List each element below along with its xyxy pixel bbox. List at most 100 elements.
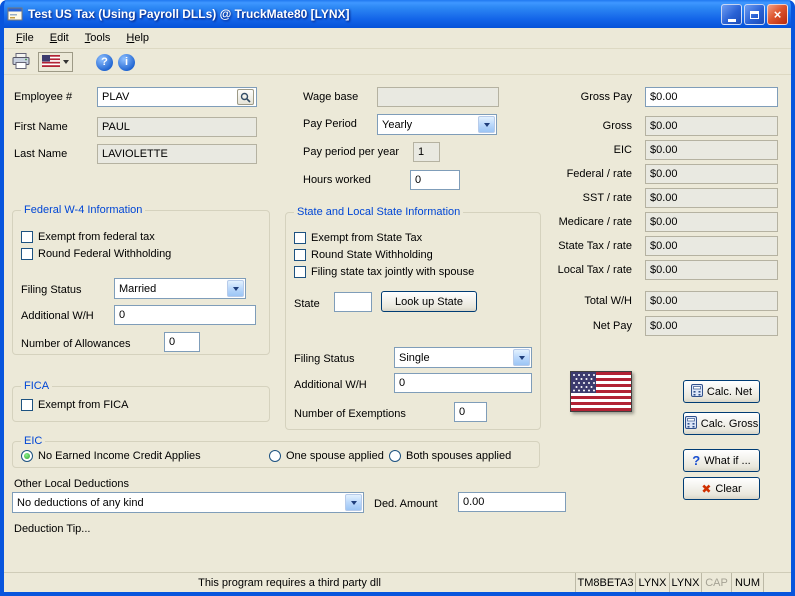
fica-group-title: FICA (21, 379, 52, 393)
allowances-input[interactable]: 0 (164, 332, 200, 352)
maximize-button[interactable] (744, 4, 765, 25)
sst-rate-label: SST / rate (520, 191, 632, 205)
state-additional-wh-input[interactable]: 0 (394, 373, 532, 393)
status-num-lock: NUM (731, 573, 763, 592)
checkbox-icon (21, 248, 33, 260)
eic-group-title: EIC (21, 434, 45, 448)
last-name-label: Last Name (14, 147, 67, 161)
app-icon (7, 6, 23, 22)
filing-jointly-checkbox[interactable]: Filing state tax jointly with spouse (294, 265, 474, 279)
menu-help[interactable]: Help (118, 30, 157, 47)
info-button[interactable]: i (118, 54, 135, 71)
state-input[interactable] (334, 292, 372, 312)
federal-additional-wh-value: 0 (119, 309, 251, 321)
federal-filing-status-select[interactable]: Married (114, 278, 246, 299)
chevron-down-icon[interactable] (345, 494, 362, 511)
eic-one-spouse-radio[interactable]: One spouse applied (269, 449, 384, 463)
statusbar: This program requires a third party dll … (4, 572, 791, 592)
red-x-icon: ✖ (701, 482, 711, 496)
chevron-down-icon[interactable] (478, 116, 495, 133)
total-wh-value: $0.00 (650, 295, 773, 307)
caption-buttons: × (721, 4, 788, 25)
employee-input[interactable]: PLAV (97, 87, 257, 107)
status-build: TM8BETA3 (575, 573, 635, 592)
exemptions-input[interactable]: 0 (454, 402, 487, 422)
round-state-withholding-label: Round State Withholding (311, 249, 433, 261)
exempt-federal-tax-checkbox[interactable]: Exempt from federal tax (21, 230, 155, 244)
first-name-field: PAUL (97, 117, 257, 137)
eic-none-radio[interactable]: No Earned Income Credit Applies (21, 449, 201, 463)
help-button[interactable]: ? (96, 54, 113, 71)
employee-lookup-button[interactable] (237, 89, 254, 105)
radio-icon (389, 450, 401, 462)
menu-tools[interactable]: Tools (77, 30, 119, 47)
state-filing-status-select[interactable]: Single (394, 347, 532, 368)
minimize-button[interactable] (721, 4, 742, 25)
exempt-fica-checkbox[interactable]: Exempt from FICA (21, 398, 128, 412)
state-label: State (294, 297, 320, 311)
last-name-field: LAVIOLETTE (97, 144, 257, 164)
hours-worked-value: 0 (415, 174, 455, 186)
flag-dropdown[interactable] (38, 52, 73, 72)
checkbox-icon (294, 266, 306, 278)
chevron-down-icon (63, 60, 69, 64)
state-info-group-title: State and Local State Information (294, 205, 463, 219)
calc-net-label: Calc. Net (707, 386, 752, 398)
gross-value: $0.00 (650, 120, 773, 132)
net-pay-label: Net Pay (520, 319, 632, 333)
radio-selected-icon (21, 450, 33, 462)
wage-base-label: Wage base (303, 90, 358, 104)
checkbox-icon (294, 232, 306, 244)
deduction-tip-label: Deduction Tip... (14, 522, 90, 536)
chevron-down-icon[interactable] (227, 280, 244, 297)
deductions-select[interactable]: No deductions of any kind (12, 492, 364, 513)
print-button[interactable] (9, 52, 33, 73)
status-db: LYNX (635, 573, 669, 592)
filing-jointly-label: Filing state tax jointly with spouse (311, 266, 474, 278)
medicare-rate-label: Medicare / rate (520, 215, 632, 229)
calculator-icon (685, 416, 697, 432)
titlebar[interactable]: Test US Tax (Using Payroll DLLs) @ Truck… (0, 0, 795, 28)
us-flag-image (570, 371, 632, 412)
close-button[interactable]: × (767, 4, 788, 25)
eic-group: EIC No Earned Income Credit Applies One … (12, 441, 540, 468)
clear-button[interactable]: ✖ Clear (683, 477, 760, 500)
deductions-title: Other Local Deductions (14, 477, 129, 491)
round-federal-withholding-label: Round Federal Withholding (38, 248, 171, 260)
magnifier-icon (240, 92, 251, 103)
calc-net-button[interactable]: Calc. Net (683, 380, 760, 403)
exempt-state-tax-checkbox[interactable]: Exempt from State Tax (294, 231, 422, 245)
federal-rate-value: $0.00 (650, 168, 773, 180)
status-caps-lock: CAP (701, 573, 731, 592)
menu-edit[interactable]: Edit (42, 30, 77, 47)
medicare-rate-field: $0.00 (645, 212, 778, 232)
local-tax-rate-value: $0.00 (650, 264, 773, 276)
round-state-withholding-checkbox[interactable]: Round State Withholding (294, 248, 433, 262)
federal-additional-wh-input[interactable]: 0 (114, 305, 256, 325)
pay-period-select[interactable]: Yearly (377, 114, 497, 135)
eic-one-spouse-label: One spouse applied (286, 450, 384, 462)
printer-icon (12, 53, 30, 72)
what-if-button[interactable]: ? What if ... (683, 449, 760, 472)
eic-none-label: No Earned Income Credit Applies (38, 450, 201, 462)
menu-file[interactable]: File (8, 30, 42, 47)
gross-pay-input[interactable]: $0.00 (645, 87, 778, 107)
exempt-state-tax-label: Exempt from State Tax (311, 232, 422, 244)
ded-amount-input[interactable]: 0.00 (458, 492, 566, 512)
hours-worked-label: Hours worked (303, 173, 371, 187)
employee-label: Employee # (14, 90, 72, 104)
lookup-state-button[interactable]: Look up State (381, 291, 477, 312)
eic-result-value: $0.00 (650, 144, 773, 156)
menubar: File Edit Tools Help (4, 28, 791, 49)
calc-gross-button[interactable]: Calc. Gross (683, 412, 760, 435)
round-federal-withholding-checkbox[interactable]: Round Federal Withholding (21, 247, 171, 261)
gross-label: Gross (520, 119, 632, 133)
eic-both-spouses-radio[interactable]: Both spouses applied (389, 449, 511, 463)
window-title: Test US Tax (Using Payroll DLLs) @ Truck… (28, 7, 350, 21)
chevron-down-icon[interactable] (513, 349, 530, 366)
federal-w4-group-title: Federal W-4 Information (21, 203, 145, 217)
total-wh-field: $0.00 (645, 291, 778, 311)
us-flag-icon (42, 55, 60, 70)
hours-worked-input[interactable]: 0 (410, 170, 460, 190)
sst-rate-field: $0.00 (645, 188, 778, 208)
